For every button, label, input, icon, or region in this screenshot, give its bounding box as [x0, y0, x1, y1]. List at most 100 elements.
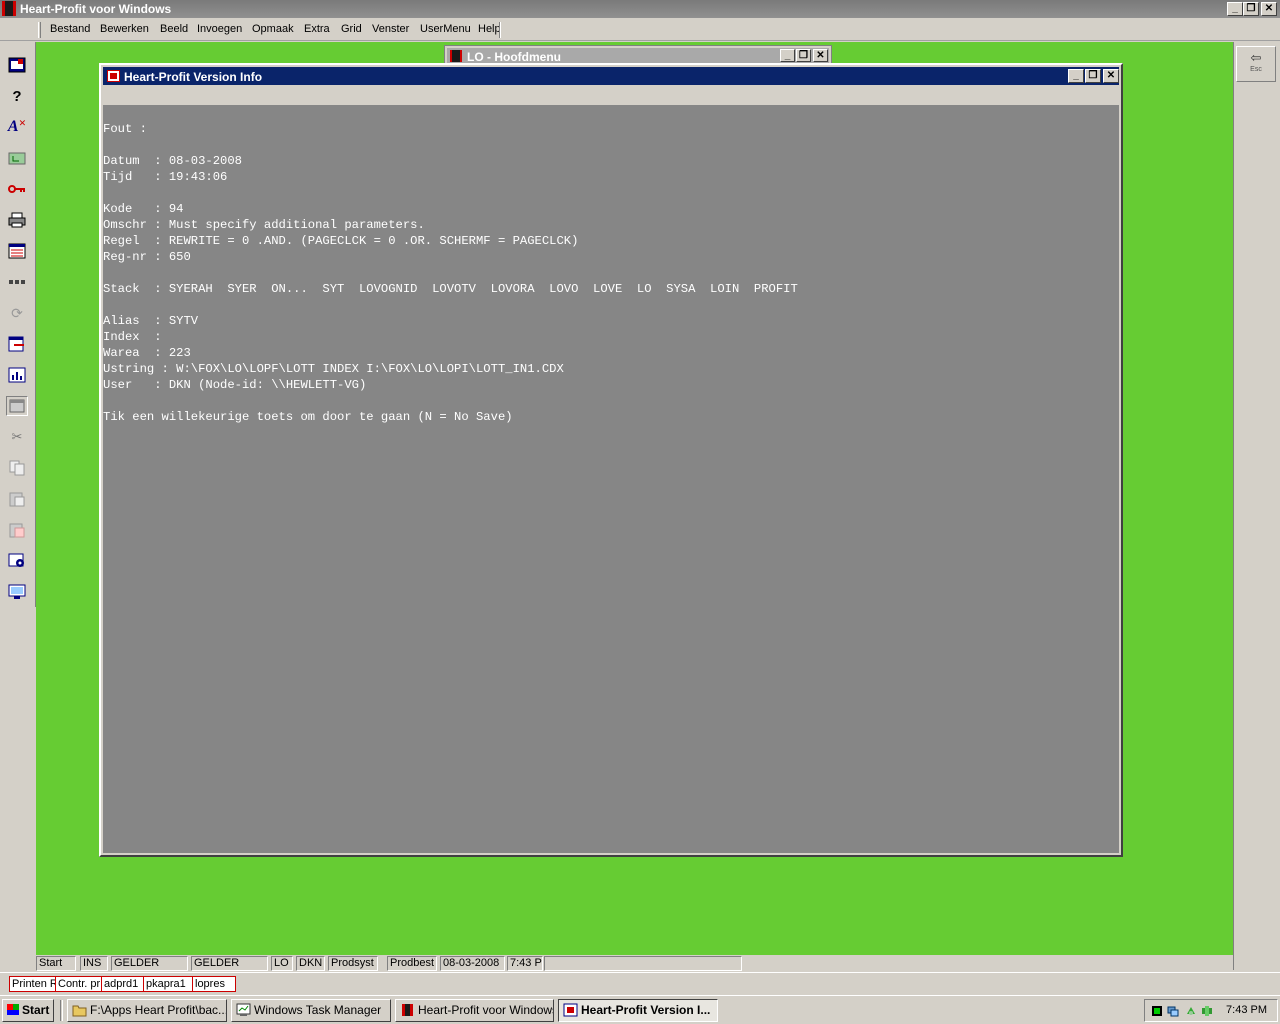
- chart-icon[interactable]: [6, 365, 28, 385]
- menu-bestand[interactable]: Bestand: [50, 23, 90, 35]
- background-window-caption[interactable]: LO - Hoofdmenu _ ❐ ✕: [447, 48, 829, 64]
- console-line: Kode : 94: [103, 202, 184, 216]
- console-line: Omschr : Must specify additional paramet…: [103, 218, 425, 232]
- window-tab[interactable]: lopres: [192, 976, 236, 992]
- dialog-caption[interactable]: Heart-Profit Version Info _ ❐ ✕: [103, 67, 1119, 85]
- menu-beeld[interactable]: Beeld: [160, 23, 188, 35]
- close-button[interactable]: ✕: [813, 49, 828, 62]
- esc-label: Esc: [1250, 66, 1262, 73]
- screen-icon[interactable]: [6, 55, 28, 75]
- task-label: F:\Apps Heart Profit\bac...: [90, 1003, 227, 1017]
- status-database: Prodbest: [387, 956, 437, 971]
- window-tab[interactable]: pkapra1: [143, 976, 193, 992]
- folder-tree-icon[interactable]: [6, 148, 28, 168]
- cut-icon[interactable]: ✂: [6, 427, 28, 447]
- paste-special-icon[interactable]: [6, 520, 28, 540]
- console-line: Alias : SYTV: [103, 314, 199, 328]
- menu-opmaak[interactable]: Opmaak: [252, 23, 294, 35]
- console-line: Warea : 223: [103, 346, 191, 360]
- task-task-manager[interactable]: Windows Task Manager: [231, 999, 391, 1022]
- maximize-button[interactable]: ❐: [796, 49, 811, 62]
- close-button[interactable]: ✕: [1261, 2, 1277, 16]
- status-module: LO: [271, 956, 293, 971]
- status-message: [544, 956, 742, 971]
- console-line: Stack : SYERAH SYER ON... SYT LOVOGNID L…: [103, 282, 798, 296]
- menu-usermenu[interactable]: UserMenu: [420, 23, 471, 35]
- sync-icon[interactable]: [1185, 1005, 1197, 1017]
- status-date: 08-03-2008: [440, 956, 505, 971]
- console-line: Tik een willekeurige toets om door te ga…: [103, 410, 513, 424]
- right-panel: ⇦ Esc: [1233, 42, 1280, 970]
- status-insert: INS: [80, 956, 108, 971]
- heart-profit-icon: [402, 1004, 413, 1016]
- task-label: Windows Task Manager: [254, 1003, 382, 1017]
- heart-profit-info-icon: [563, 1003, 578, 1017]
- console-line: Tijd : 19:43:06: [103, 170, 228, 184]
- status-company: GELDER: [191, 956, 268, 971]
- background-window[interactable]: LO - Hoofdmenu _ ❐ ✕: [444, 45, 832, 65]
- status-time: 7:43 P: [507, 956, 543, 971]
- restore-button[interactable]: ❐: [1243, 2, 1259, 16]
- menu-invoegen[interactable]: Invoegen: [197, 23, 242, 35]
- menu-separator: [499, 22, 501, 38]
- system-tray: 7:43 PM: [1144, 999, 1278, 1022]
- menu-help[interactable]: Help: [478, 23, 501, 35]
- console-line: Ustring : W:\FOX\LO\LOPF\LOTT INDEX I:\F…: [103, 362, 564, 376]
- minimize-button[interactable]: _: [780, 49, 795, 62]
- console-line: Reg-nr : 650: [103, 250, 191, 264]
- console-line: User : DKN (Node-id: \\HEWLETT-VG): [103, 378, 367, 392]
- console-output: Fout : Datum : 08-03-2008 Tijd : 19:43:0…: [103, 105, 1119, 853]
- console-line: Index :: [103, 330, 162, 344]
- window-tabs: Printen R Contr. pr adprd1 pkapra1 lopre…: [0, 972, 1280, 994]
- taskbar-separator: [60, 1000, 63, 1021]
- task-version-info[interactable]: Heart-Profit Version I...: [558, 999, 718, 1022]
- settings-icon[interactable]: [6, 551, 28, 571]
- menu-bewerken[interactable]: Bewerken: [100, 23, 149, 35]
- window-tab[interactable]: adprd1: [101, 976, 144, 992]
- status-user-code: DKN: [296, 956, 325, 971]
- close-button[interactable]: ✕: [1103, 69, 1119, 83]
- start-label: Start: [22, 1003, 50, 1017]
- task-manager-icon: [236, 1003, 251, 1016]
- paste-icon[interactable]: [6, 489, 28, 509]
- minimize-button[interactable]: _: [1068, 69, 1084, 83]
- back-arrow-icon: ⇦: [1250, 50, 1262, 65]
- dialog-title: Heart-Profit Version Info: [124, 70, 263, 84]
- task-heart-profit[interactable]: Heart-Profit voor Windows: [395, 999, 554, 1022]
- task-label: Heart-Profit Version I...: [581, 1003, 711, 1017]
- menu-extra[interactable]: Extra: [304, 23, 330, 35]
- status-system: Prodsyst: [328, 956, 378, 971]
- esc-button[interactable]: ⇦ Esc: [1236, 46, 1276, 82]
- window-icon[interactable]: [6, 396, 28, 416]
- window-tab[interactable]: Contr. pr: [55, 976, 102, 992]
- minimize-button[interactable]: _: [1227, 2, 1243, 16]
- menu-venster[interactable]: Venster: [372, 23, 409, 35]
- task-folder[interactable]: F:\Apps Heart Profit\bac...: [67, 999, 227, 1022]
- spelling-icon[interactable]: A ✕: [6, 117, 28, 137]
- maximize-button[interactable]: ❐: [1085, 69, 1101, 83]
- key-icon[interactable]: [6, 179, 28, 199]
- export-icon[interactable]: [6, 334, 28, 354]
- window-list-icon[interactable]: [6, 241, 28, 261]
- version-info-dialog: Heart-Profit Version Info _ ❐ ✕ Fout : D…: [99, 63, 1123, 857]
- grid-dots-icon[interactable]: [6, 272, 28, 292]
- monitor-icon[interactable]: [6, 582, 28, 602]
- copy-icon[interactable]: [6, 458, 28, 478]
- window-tab[interactable]: Printen R: [9, 976, 56, 992]
- status-bar: Start INS GELDER GELDER LO DKN Prodsyst …: [36, 955, 1233, 971]
- menu-grip[interactable]: [38, 22, 41, 38]
- dialog-toolbar-strip: [103, 87, 1119, 105]
- refresh-icon[interactable]: ⟳: [6, 303, 28, 323]
- network-icon[interactable]: [1167, 1005, 1179, 1017]
- start-button[interactable]: Start: [2, 999, 54, 1022]
- connection-icon[interactable]: [1201, 1005, 1213, 1017]
- task-label: Heart-Profit voor Windows: [418, 1003, 554, 1017]
- clock: 7:43 PM: [1226, 1004, 1267, 1016]
- left-toolbar: ? A ✕ ⟳ ✂: [0, 42, 36, 607]
- printer-icon[interactable]: [6, 210, 28, 230]
- performance-icon[interactable]: [1151, 1005, 1163, 1017]
- heart-profit-logo-icon: [2, 1, 16, 16]
- help-icon[interactable]: ?: [6, 86, 28, 106]
- folder-icon: [72, 1005, 87, 1017]
- menu-grid[interactable]: Grid: [341, 23, 362, 35]
